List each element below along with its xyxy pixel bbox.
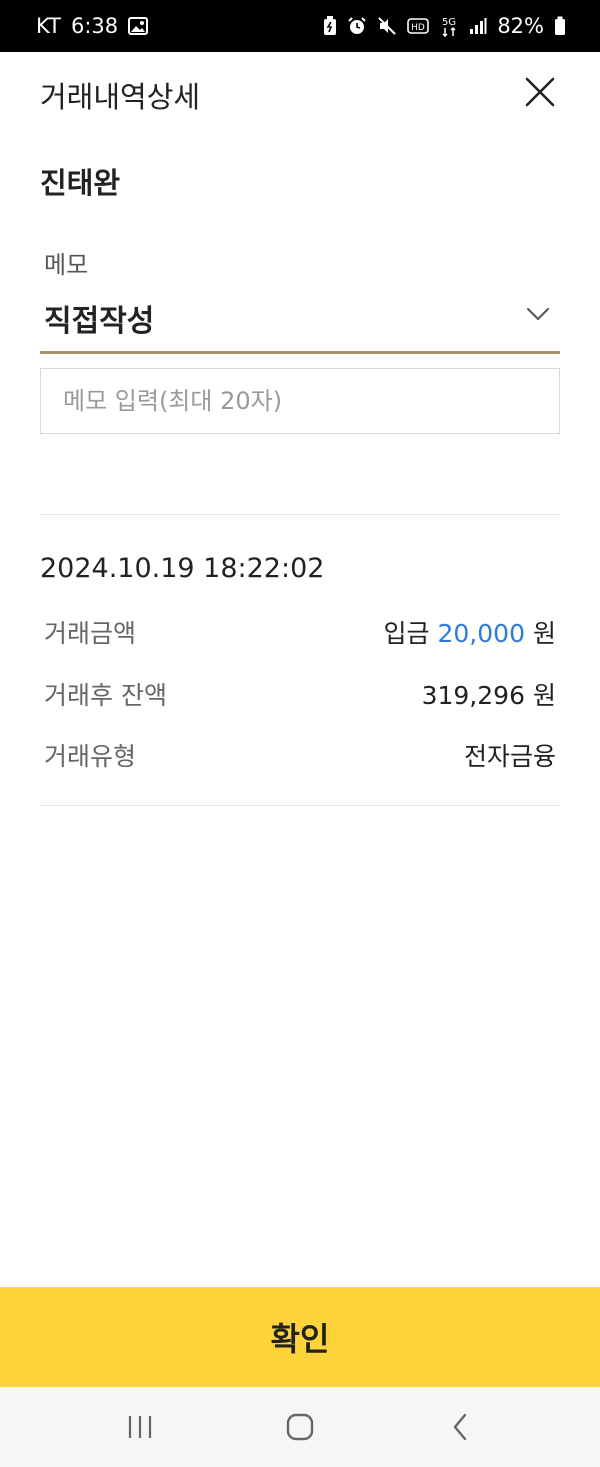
divider [40, 514, 560, 515]
page-title: 거래내역상세 [40, 80, 201, 114]
svg-text:HD: HD [411, 23, 425, 33]
amount-label: 거래금액 [44, 619, 137, 648]
type-value: 전자금융 [463, 742, 556, 771]
amount-number: 20,000 [437, 619, 525, 648]
amount-unit: 원 [532, 619, 556, 648]
balance-label: 거래후 잔액 [44, 681, 167, 710]
chevron-down-icon [527, 308, 549, 320]
carrier-label: KT [36, 14, 61, 38]
home-icon [286, 1413, 314, 1441]
amount-type: 입금 [383, 619, 430, 648]
recent-apps-icon [128, 1416, 152, 1438]
battery-percent: 82% [497, 14, 544, 38]
confirm-button[interactable]: 확인 [0, 1287, 600, 1387]
signal-icon [469, 17, 487, 35]
divider [40, 805, 560, 806]
transaction-datetime: 2024.10.19 18:22:02 [40, 553, 325, 584]
balance-unit: 원 [532, 681, 556, 710]
payee-name: 진태완 [40, 166, 121, 200]
header: 거래내역상세 [0, 52, 600, 136]
memo-input[interactable] [40, 368, 560, 434]
back-button[interactable] [430, 1397, 490, 1457]
close-icon [525, 77, 555, 107]
type-row: 거래유형 전자금융 [44, 735, 556, 775]
status-bar: KT 6:38 HD 5G 82% [0, 0, 600, 52]
nav-bar [0, 1387, 600, 1467]
mute-icon [377, 16, 397, 36]
balance-row: 거래후 잔액 319,296 원 [44, 674, 556, 714]
status-left: KT 6:38 [36, 14, 149, 38]
back-icon [453, 1413, 467, 1441]
battery-icon [554, 16, 566, 36]
network-5g-icon: 5G [439, 15, 459, 37]
alarm-icon [347, 16, 367, 36]
recent-apps-button[interactable] [110, 1397, 170, 1457]
memo-label: 메모 [44, 251, 89, 279]
battery-saver-icon [323, 16, 337, 36]
hd-icon: HD [407, 17, 430, 35]
memo-type-select[interactable]: 직접작성 [40, 286, 560, 354]
gallery-icon [128, 17, 149, 35]
status-right: HD 5G 82% [323, 14, 566, 38]
balance-value: 319,296 원 [422, 676, 556, 712]
close-button[interactable] [518, 70, 562, 114]
memo-type-value: 직접작성 [44, 304, 155, 339]
type-label: 거래유형 [44, 742, 137, 771]
svg-text:5G: 5G [442, 17, 456, 28]
amount-value: 입금 20,000 원 [383, 614, 556, 650]
clock: 6:38 [70, 14, 119, 38]
amount-row: 거래금액 입금 20,000 원 [44, 612, 556, 652]
balance-number: 319,296 [421, 681, 525, 710]
home-button[interactable] [270, 1397, 330, 1457]
